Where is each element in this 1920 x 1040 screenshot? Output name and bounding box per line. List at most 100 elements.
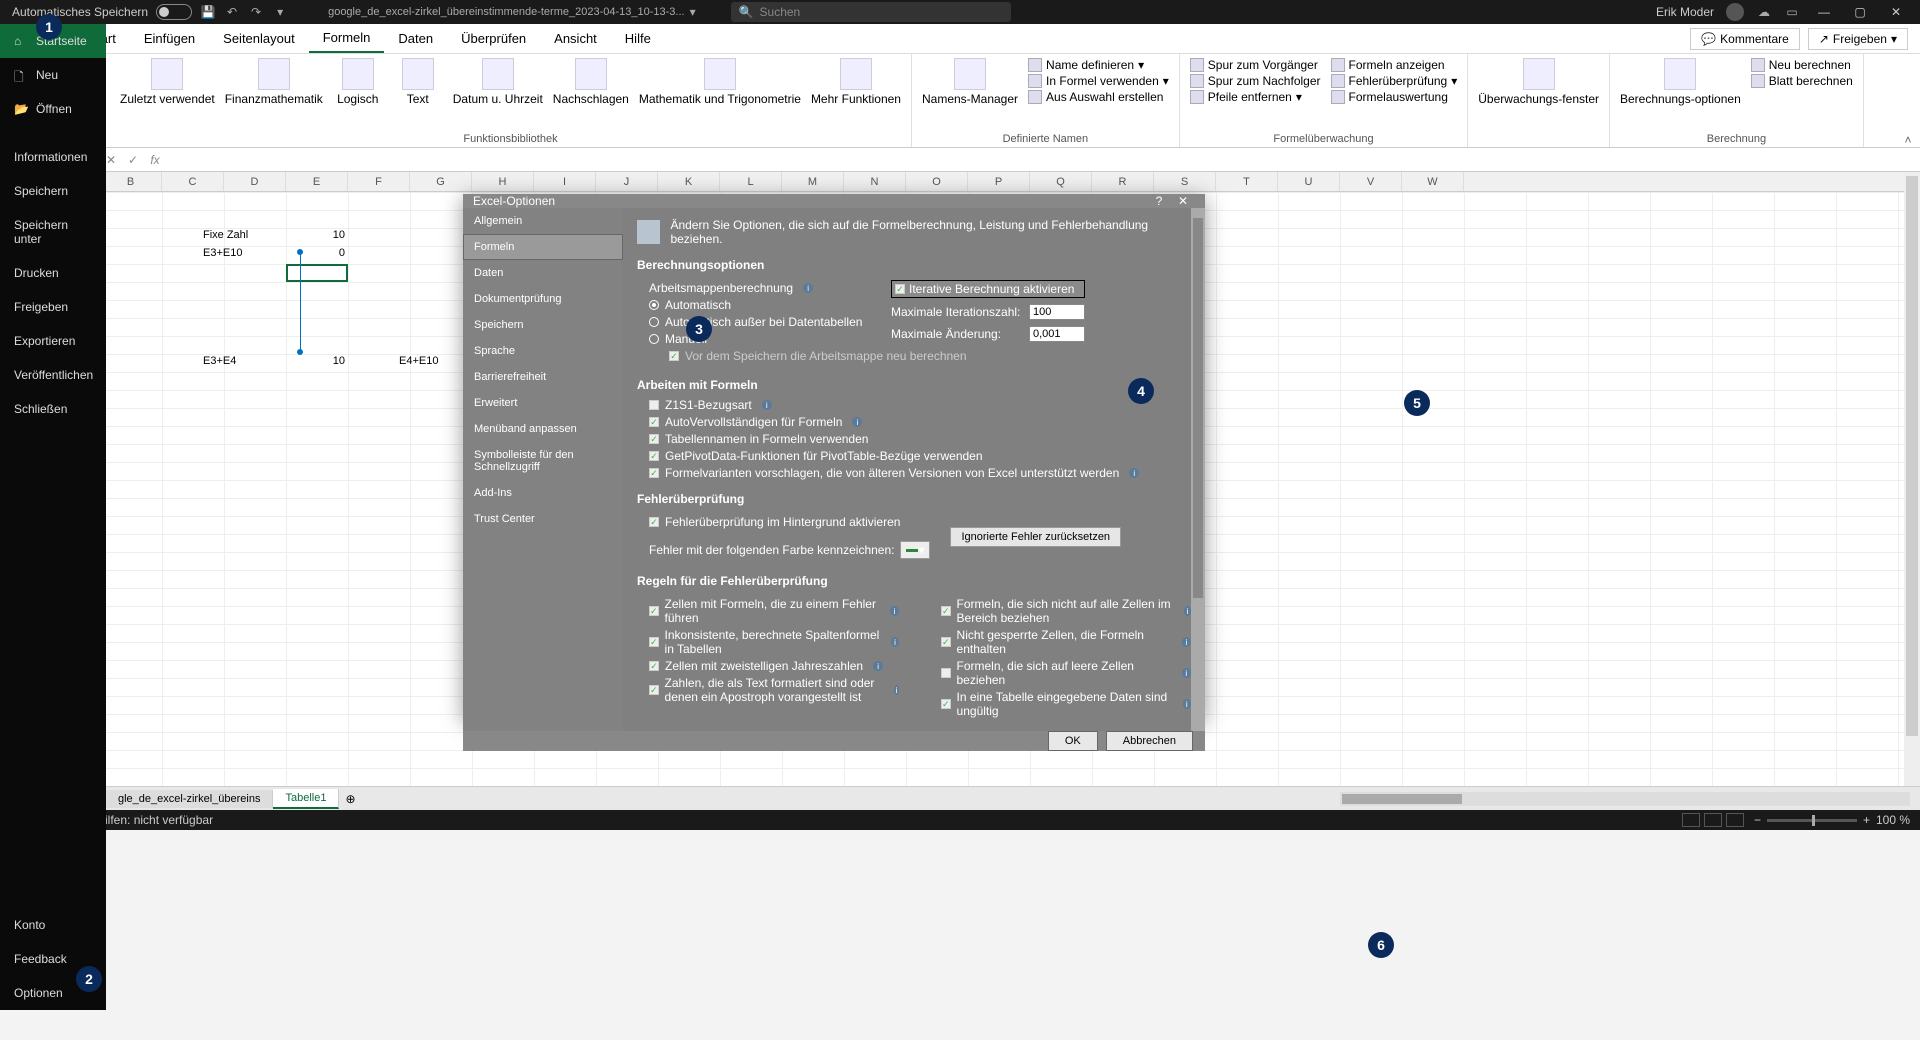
rule-check[interactable]: ✓Nicht gesperrte Zellen, die Formeln ent…	[941, 628, 1191, 656]
error-checking-button[interactable]: Fehlerüberprüfung ▾	[1331, 74, 1458, 88]
cell[interactable]: 0	[286, 246, 348, 264]
calc-now-button[interactable]: Neu berechnen	[1751, 58, 1853, 72]
doc-dropdown-icon[interactable]: ▾	[685, 4, 701, 20]
rule-check[interactable]: ✓In eine Tabelle eingegebene Daten sind …	[941, 690, 1191, 718]
calc-sheet-button[interactable]: Blatt berechnen	[1751, 74, 1853, 88]
page-layout-button[interactable]	[1704, 813, 1722, 827]
nav-menueband[interactable]: Menüband anpassen	[463, 416, 623, 442]
rule-check[interactable]: ✓Inkonsistente, berechnete Spaltenformel…	[649, 628, 899, 656]
rule-check[interactable]: ✓Zellen mit zweistelligen Jahreszahleni	[649, 659, 899, 673]
ok-button[interactable]: OK	[1048, 731, 1098, 751]
fm-informationen[interactable]: Informationen	[0, 140, 106, 174]
nav-formeln[interactable]: Formeln	[463, 234, 623, 260]
zoom-slider[interactable]	[1767, 819, 1857, 822]
cell[interactable]: E3+E4	[200, 354, 262, 372]
sheet-tab-active[interactable]: Tabelle1	[273, 789, 339, 809]
tab-einfuegen[interactable]: Einfügen	[130, 25, 209, 52]
fm-neu[interactable]: 🗋Neu	[0, 58, 106, 92]
date-time-button[interactable]: Datum u. Uhrzeit	[453, 58, 543, 106]
define-name-button[interactable]: Name definieren ▾	[1028, 58, 1169, 72]
cancel-button[interactable]: Abbrechen	[1106, 731, 1193, 751]
tab-ansicht[interactable]: Ansicht	[540, 25, 611, 52]
max-iterations-input[interactable]	[1029, 304, 1085, 320]
search-input[interactable]: 🔍 Suchen	[731, 2, 1011, 22]
calc-options-button[interactable]: Berechnungs-optionen	[1620, 58, 1741, 106]
selected-cell[interactable]	[286, 264, 348, 282]
rule-check[interactable]: ✓Formeln, die sich nicht auf alle Zellen…	[941, 597, 1191, 625]
fm-speichern-unter[interactable]: Speichern unter	[0, 208, 106, 256]
financial-button[interactable]: Finanzmathematik	[225, 58, 323, 106]
fm-veroeffentlichen[interactable]: Veröffentlichen	[0, 358, 106, 392]
check-bg-error[interactable]: ✓Fehlerüberprüfung im Hintergrund aktivi…	[649, 515, 930, 529]
check-tablenames[interactable]: ✓Tabellennamen in Formeln verwenden	[649, 432, 1191, 446]
cell[interactable]: 10	[286, 354, 348, 372]
remove-arrows-button[interactable]: Pfeile entfernen ▾	[1190, 90, 1321, 104]
nav-barrierefreiheit[interactable]: Barrierefreiheit	[463, 364, 623, 390]
name-manager-button[interactable]: Namens-Manager	[922, 58, 1018, 106]
tab-hilfe[interactable]: Hilfe	[611, 25, 665, 52]
undo-icon[interactable]: ↶	[224, 4, 240, 20]
tab-formeln[interactable]: Formeln	[309, 24, 385, 53]
info-icon[interactable]: i	[803, 283, 813, 293]
vertical-scrollbar[interactable]	[1904, 172, 1920, 786]
cell[interactable]: 10	[286, 228, 348, 246]
math-trig-button[interactable]: Mathematik und Trigonometrie	[639, 58, 801, 106]
cell[interactable]: E3+E10	[200, 246, 262, 264]
close-window-button[interactable]: ✕	[1884, 0, 1908, 24]
recent-functions-button[interactable]: Zuletzt verwendet	[120, 58, 215, 106]
horizontal-scrollbar[interactable]	[1340, 792, 1910, 806]
nav-daten[interactable]: Daten	[463, 260, 623, 286]
nav-sprache[interactable]: Sprache	[463, 338, 623, 364]
evaluate-formula-button[interactable]: Formelauswertung	[1331, 90, 1458, 104]
lookup-button[interactable]: Nachschlagen	[553, 58, 629, 106]
tab-daten[interactable]: Daten	[384, 25, 447, 52]
nav-dokumentpruefung[interactable]: Dokumentprüfung	[463, 286, 623, 312]
save-icon[interactable]: 💾	[200, 4, 216, 20]
enter-icon[interactable]: ✓	[122, 153, 144, 167]
column-headers[interactable]: BCDEFGHIJKLMNOPQRSTUVW	[100, 172, 1904, 192]
tab-ueberpruefen[interactable]: Überprüfen	[447, 25, 540, 52]
watch-window-button[interactable]: Überwachungs-fenster	[1478, 58, 1599, 106]
nav-trustcenter[interactable]: Trust Center	[463, 506, 623, 532]
logical-button[interactable]: Logisch	[333, 58, 383, 106]
nav-addins[interactable]: Add-Ins	[463, 480, 623, 506]
close-dialog-button[interactable]: ✕	[1171, 194, 1195, 208]
qat-dropdown-icon[interactable]: ▾	[272, 4, 288, 20]
avatar[interactable]	[1726, 3, 1744, 21]
sheet-tab[interactable]: gle_de_excel-zirkel_übereins	[106, 790, 273, 808]
text-button[interactable]: Text	[393, 58, 443, 106]
use-in-formula-button[interactable]: In Formel verwenden ▾	[1028, 74, 1169, 88]
nav-allgemein[interactable]: Allgemein	[463, 208, 623, 234]
fm-oeffnen[interactable]: 📂Öffnen	[0, 92, 106, 126]
rule-check[interactable]: Formeln, die sich auf leere Zellen bezie…	[941, 659, 1191, 687]
nav-speichern[interactable]: Speichern	[463, 312, 623, 338]
rule-check[interactable]: ✓Zahlen, die als Text formatiert sind od…	[649, 676, 899, 704]
dialog-scrollbar[interactable]	[1191, 208, 1205, 731]
check-getpivot[interactable]: ✓GetPivotData-Funktionen für PivotTable-…	[649, 449, 1191, 463]
fm-drucken[interactable]: Drucken	[0, 256, 106, 290]
fm-freigeben[interactable]: Freigeben	[0, 290, 106, 324]
zoom-level[interactable]: 100 %	[1876, 813, 1910, 827]
nav-schnellzugriff[interactable]: Symbolleiste für den Schnellzugriff	[463, 442, 623, 480]
more-functions-button[interactable]: Mehr Funktionen	[811, 58, 901, 106]
autosave-toggle[interactable]	[156, 4, 192, 20]
cloud-icon[interactable]: ☁	[1756, 4, 1772, 20]
ribbon-mode-icon[interactable]: ▭	[1784, 4, 1800, 20]
rule-check[interactable]: ✓Zellen mit Formeln, die zu einem Fehler…	[649, 597, 899, 625]
normal-view-button[interactable]	[1682, 813, 1700, 827]
fm-exportieren[interactable]: Exportieren	[0, 324, 106, 358]
reset-ignored-errors-button[interactable]: Ignorierte Fehler zurücksetzen	[950, 527, 1121, 547]
fx-icon[interactable]: fx	[144, 153, 166, 167]
fm-konto[interactable]: Konto	[0, 908, 106, 942]
add-sheet-button[interactable]: ⊕	[339, 792, 361, 806]
check-r1c1[interactable]: Z1S1-Bezugsarti	[649, 398, 1191, 412]
check-autocomplete[interactable]: ✓AutoVervollständigen für Formelni	[649, 415, 1191, 429]
collapse-ribbon-icon[interactable]: ˄	[1896, 54, 1920, 147]
page-break-button[interactable]	[1726, 813, 1744, 827]
user-name[interactable]: Erik Moder	[1656, 5, 1714, 19]
maximize-button[interactable]: ▢	[1848, 0, 1872, 24]
trace-precedents-button[interactable]: Spur zum Vorgänger	[1190, 58, 1321, 72]
iterative-calc-checkbox[interactable]: ✓Iterative Berechnung aktivieren	[891, 280, 1085, 298]
cell[interactable]: E4+E10	[396, 354, 458, 372]
redo-icon[interactable]: ↷	[248, 4, 264, 20]
